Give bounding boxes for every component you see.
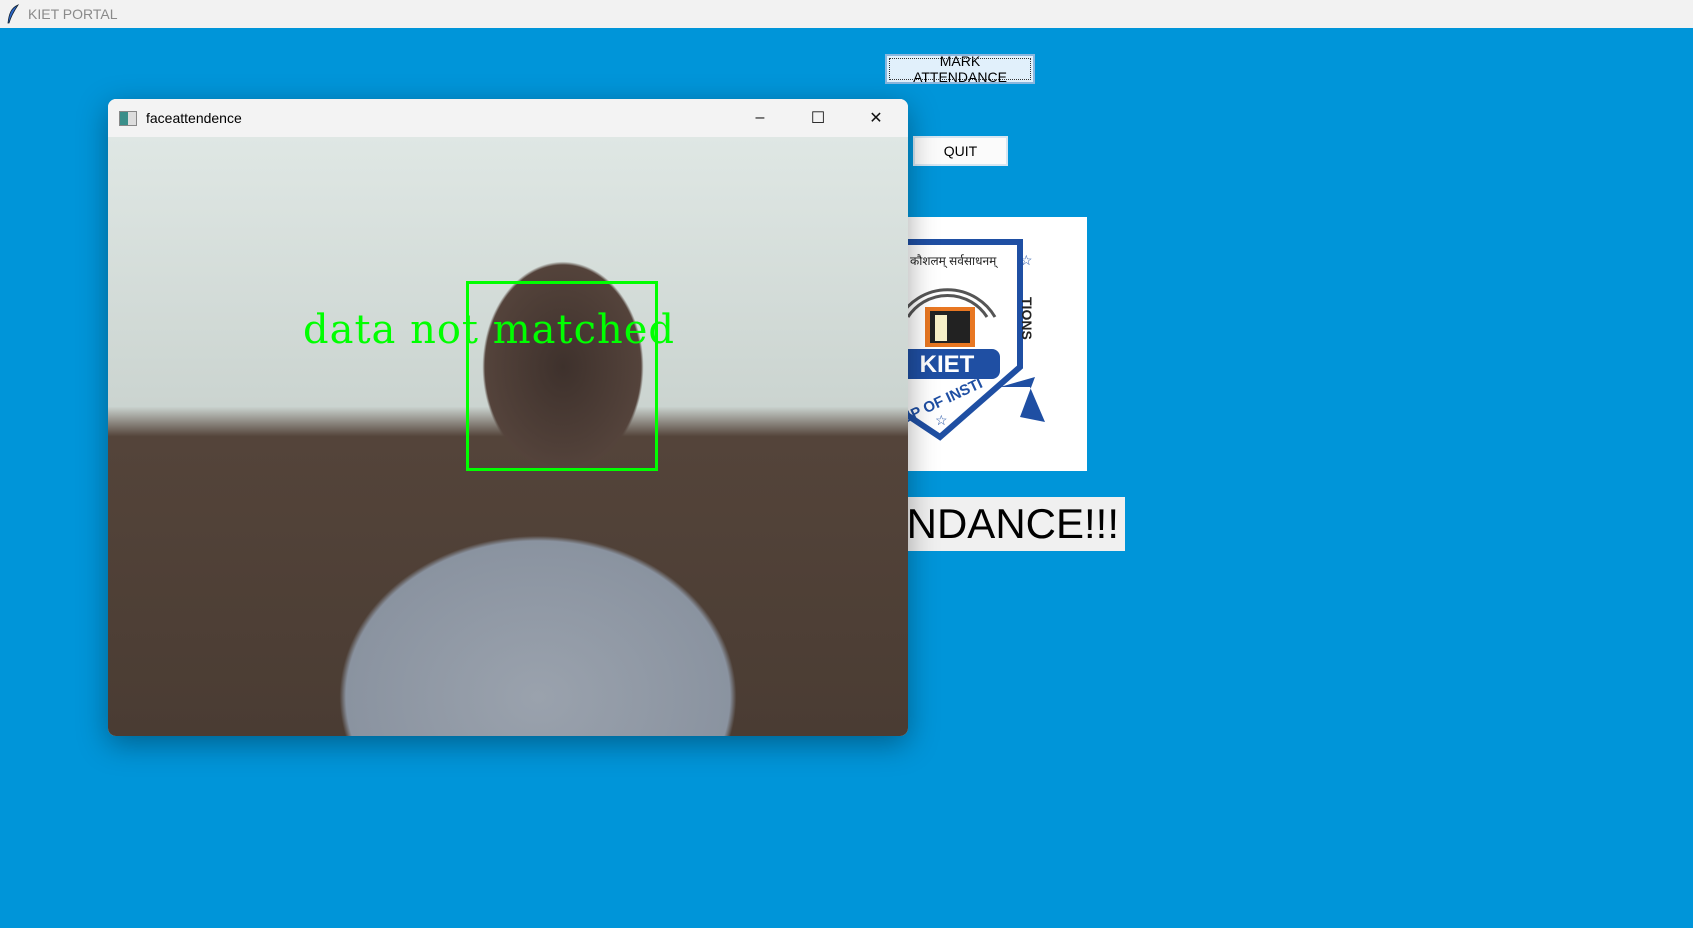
attendance-banner: NDANCE!!! — [880, 497, 1125, 551]
camera-window: faceattendence – ☐ ✕ data not matched — [108, 99, 908, 736]
svg-text:कौशलम् सर्वसाधनम्: कौशलम् सर्वसाधनम् — [910, 254, 998, 269]
banner-text: NDANCE!!! — [906, 500, 1119, 547]
camera-window-title: faceattendence — [146, 110, 242, 126]
app-window-icon — [119, 110, 137, 126]
close-button[interactable]: ✕ — [847, 99, 905, 137]
maximize-button[interactable]: ☐ — [789, 99, 847, 137]
match-status-text: data not matched — [303, 307, 676, 353]
svg-text:☆: ☆ — [935, 412, 948, 428]
feather-icon — [7, 4, 20, 24]
svg-text:KIET: KIET — [920, 351, 975, 378]
minimize-button[interactable]: – — [731, 99, 789, 137]
mark-attendance-button[interactable]: MARK ATTENDANCE — [885, 53, 1035, 85]
kiet-logo: कौशलम् सर्वसाधनम् ☆ KIET TIONS UP OF INS… — [877, 217, 1087, 471]
quit-button[interactable]: QUIT — [913, 136, 1008, 166]
svg-text:TIONS: TIONS — [1019, 297, 1035, 340]
app-title: KIET PORTAL — [28, 6, 118, 22]
app-titlebar: KIET PORTAL — [0, 0, 1693, 28]
svg-text:☆: ☆ — [1020, 252, 1033, 268]
camera-feed: data not matched — [108, 137, 908, 736]
